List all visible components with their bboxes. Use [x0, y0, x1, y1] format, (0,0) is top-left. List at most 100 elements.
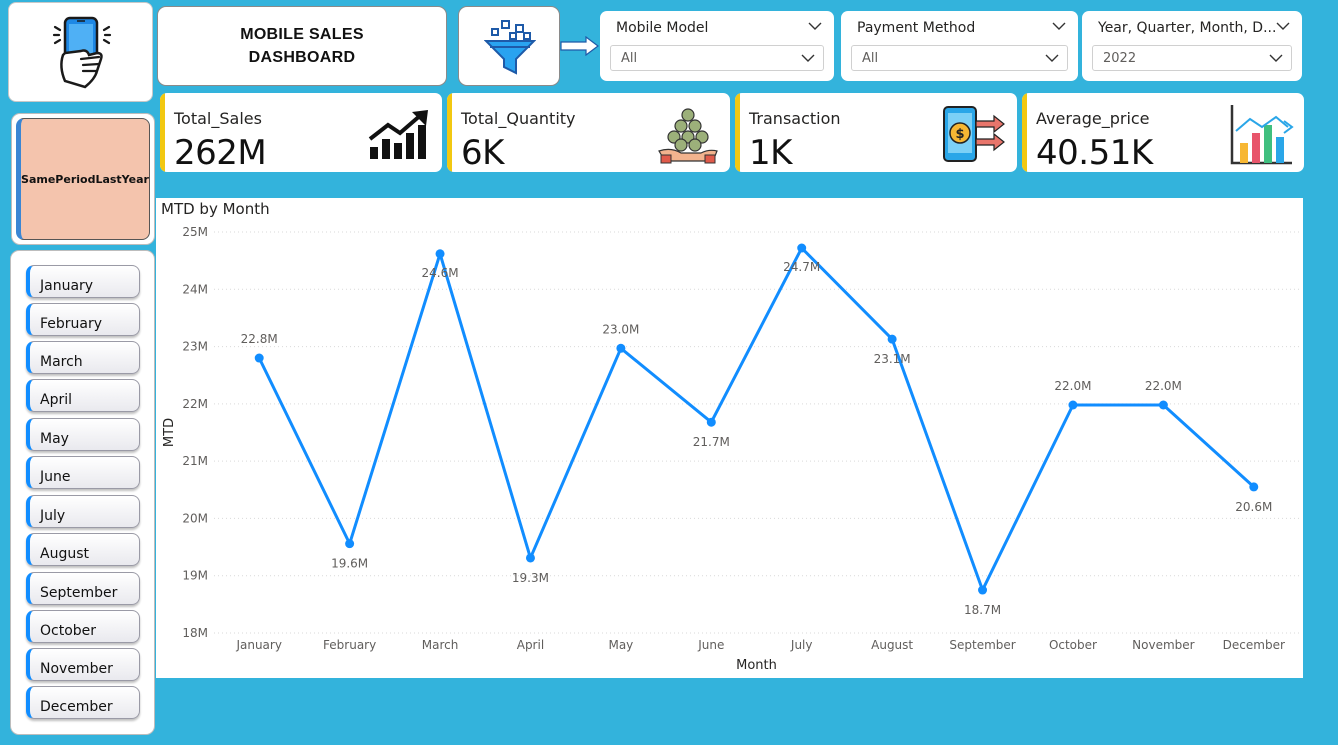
- x-tick-label: August: [871, 638, 913, 652]
- month-label: May: [40, 431, 69, 447]
- month-label: November: [40, 661, 113, 677]
- y-tick-label: 23M: [182, 340, 208, 354]
- x-tick-label: September: [949, 638, 1015, 652]
- month-button-september[interactable]: September: [26, 572, 140, 605]
- data-point: [887, 334, 897, 344]
- y-tick-label: 25M: [182, 225, 208, 239]
- x-tick-label: December: [1223, 638, 1285, 652]
- month-button-june[interactable]: June: [26, 456, 140, 489]
- kpi-accent-bar: [735, 93, 740, 172]
- month-label: July: [40, 508, 66, 524]
- y-tick-label: 22M: [182, 397, 208, 411]
- kpi-name: Total_Quantity: [461, 109, 576, 128]
- data-point: [1249, 482, 1259, 492]
- dashboard-title: MOBILE SALES DASHBOARD: [240, 23, 364, 69]
- filter-icon-card[interactable]: [458, 6, 560, 86]
- y-tick-label: 21M: [182, 454, 208, 468]
- month-label: January: [40, 278, 94, 294]
- x-axis-title: Month: [736, 658, 777, 673]
- month-label: December: [40, 699, 113, 715]
- kpi-accent-bar: [1022, 93, 1027, 172]
- chevron-down-icon: [1045, 54, 1059, 62]
- data-point: [616, 343, 626, 353]
- data-label: 23.0M: [602, 322, 639, 336]
- x-tick-label: February: [323, 638, 376, 652]
- data-point: [706, 417, 716, 427]
- month-button-april[interactable]: April: [26, 379, 140, 412]
- series-line: [257, 246, 1255, 592]
- data-label: 19.3M: [512, 571, 549, 585]
- data-label: 21.7M: [693, 435, 730, 449]
- coins-in-hand-icon: [658, 108, 718, 164]
- sply-card: SamePeriodLastYear: [11, 113, 155, 245]
- month-slicer: January February March April May June Ju…: [10, 250, 155, 735]
- payment-method-label: Payment Method: [857, 20, 976, 36]
- x-tick-label: July: [790, 638, 813, 652]
- chevron-down-icon[interactable]: [1052, 21, 1066, 31]
- kpi-accent-bar: [447, 93, 452, 172]
- kpi-name: Total_Sales: [174, 109, 262, 128]
- x-tick-label: November: [1132, 638, 1194, 652]
- sply-button-label: SamePeriodLastYear: [21, 172, 149, 186]
- data-point: [345, 539, 355, 549]
- data-label: 22.8M: [241, 332, 278, 346]
- x-tick-label: January: [235, 638, 281, 652]
- mobile-model-label: Mobile Model: [616, 20, 709, 36]
- y-tick-label: 24M: [182, 282, 208, 296]
- mobile-model-value: All: [621, 51, 638, 66]
- date-hierarchy-label: Year, Quarter, Month, D...: [1098, 20, 1277, 36]
- funnel-icon: [484, 20, 536, 75]
- month-button-july[interactable]: July: [26, 495, 140, 528]
- month-button-may[interactable]: May: [26, 418, 140, 451]
- same-period-last-year-button[interactable]: SamePeriodLastYear: [16, 118, 150, 240]
- month-button-october[interactable]: October: [26, 610, 140, 643]
- date-hierarchy-slicer[interactable]: Year, Quarter, Month, D... 2022: [1082, 11, 1302, 81]
- mobile-model-dropdown[interactable]: All: [610, 45, 824, 71]
- kpi-transaction: Transaction 1K $: [735, 93, 1017, 172]
- y-tick-label: 18M: [182, 626, 208, 640]
- bar-chart-growth-icon: [1230, 105, 1294, 165]
- y-tick-label: 20M: [182, 511, 208, 525]
- data-label: 24.6M: [422, 266, 459, 280]
- month-button-august[interactable]: August: [26, 533, 140, 566]
- month-button-february[interactable]: February: [26, 303, 140, 336]
- data-point: [1158, 400, 1168, 410]
- month-button-march[interactable]: March: [26, 341, 140, 374]
- month-button-november[interactable]: November: [26, 648, 140, 681]
- data-point: [978, 585, 988, 595]
- month-button-december[interactable]: December: [26, 686, 140, 719]
- month-label: August: [40, 546, 89, 562]
- kpi-value: 1K: [749, 133, 792, 172]
- kpi-value: 6K: [461, 133, 504, 172]
- data-label: 23.1M: [874, 352, 911, 366]
- kpi-total-quantity: Total_Quantity 6K: [447, 93, 730, 172]
- mobile-model-slicer[interactable]: Mobile Model All: [600, 11, 834, 81]
- month-label: October: [40, 623, 97, 639]
- month-button-january[interactable]: January: [26, 265, 140, 298]
- month-label: June: [40, 469, 71, 485]
- title-line-1: MOBILE SALES: [240, 26, 364, 43]
- chevron-down-icon[interactable]: [1276, 21, 1290, 31]
- x-tick-label: April: [517, 638, 544, 652]
- mtd-line-chart: 18M 19M 20M 21M 22M 23M 24M 25M January February M…: [156, 198, 1303, 678]
- payment-method-slicer[interactable]: Payment Method All: [841, 11, 1078, 81]
- kpi-accent-bar: [160, 93, 165, 172]
- kpi-total-sales: Total_Sales 262M: [160, 93, 442, 172]
- data-label: 22.0M: [1054, 379, 1091, 393]
- trending-up-bars-icon: [368, 110, 428, 159]
- kpi-average-price: Average_price 40.51K: [1022, 93, 1304, 172]
- data-label: 19.6M: [331, 557, 368, 571]
- title-line-2: DASHBOARD: [248, 49, 356, 66]
- kpi-name: Transaction: [749, 109, 841, 128]
- x-tick-label: May: [608, 638, 633, 652]
- date-hierarchy-dropdown[interactable]: 2022: [1092, 45, 1292, 71]
- data-label: 22.0M: [1145, 379, 1182, 393]
- data-label: 18.7M: [964, 603, 1001, 617]
- data-point: [254, 353, 264, 363]
- payment-method-dropdown[interactable]: All: [851, 45, 1068, 71]
- x-tick-label: March: [422, 638, 459, 652]
- chevron-down-icon[interactable]: [808, 21, 822, 31]
- chevron-down-icon: [801, 54, 815, 62]
- data-label: 24.7M: [783, 260, 820, 274]
- date-hierarchy-value: 2022: [1103, 51, 1137, 66]
